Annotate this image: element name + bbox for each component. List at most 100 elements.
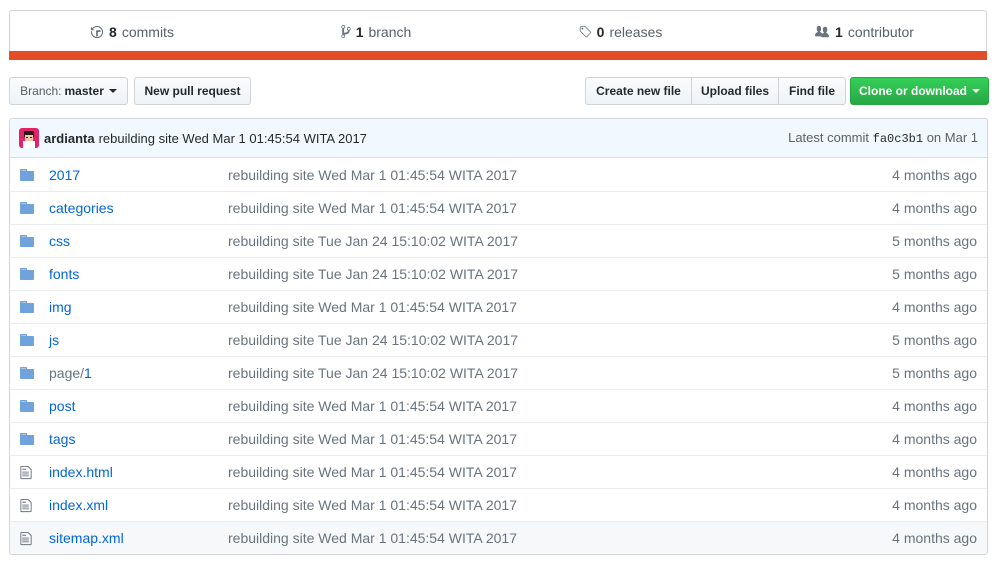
file-commit-message[interactable]: rebuilding site Tue Jan 24 15:10:02 WITA… [228, 233, 817, 249]
file-row[interactable]: categories rebuilding site Wed Mar 1 01:4… [10, 191, 987, 224]
file-icon [10, 531, 49, 546]
file-age: 4 months ago [892, 497, 977, 513]
file-row[interactable]: img rebuilding site Wed Mar 1 01:45:54 WI… [10, 290, 987, 323]
file-commit-message[interactable]: rebuilding site Wed Mar 1 01:45:54 WITA … [228, 431, 817, 447]
file-commit-message[interactable]: rebuilding site Wed Mar 1 01:45:54 WITA … [228, 497, 817, 513]
file-row[interactable]: sitemap.xml rebuilding site Wed Mar 1 01:… [10, 521, 987, 554]
file-name: css [49, 233, 70, 249]
file-name-link[interactable]: img [49, 299, 228, 315]
clone-or-download-button[interactable]: Clone or download [850, 77, 989, 105]
upload-files-button[interactable]: Upload files [691, 77, 779, 105]
commit-message[interactable]: rebuilding site Wed Mar 1 01:45:54 WITA … [99, 131, 367, 146]
file-age: 4 months ago [892, 200, 977, 216]
file-name: post [49, 398, 76, 414]
file-row[interactable]: index.html rebuilding site Wed Mar 1 01:4… [10, 455, 987, 488]
file-age: 4 months ago [892, 530, 977, 546]
file-commit-message[interactable]: rebuilding site Tue Jan 24 15:10:02 WITA… [228, 332, 817, 348]
folder-icon [10, 301, 49, 313]
file-icon [10, 498, 49, 513]
language-bar[interactable] [9, 51, 987, 60]
file-name: tags [49, 431, 76, 447]
file-row[interactable]: post rebuilding site Wed Mar 1 01:45:54 W… [10, 389, 987, 422]
file-name-link[interactable]: page/1 [49, 365, 228, 381]
releases-link[interactable]: 0 releases [498, 24, 742, 40]
file-name-link[interactable]: sitemap.xml [49, 530, 228, 546]
folder-icon [10, 334, 49, 346]
file-name-link[interactable]: index.xml [49, 497, 228, 513]
file-list: 2017 rebuilding site Wed Mar 1 01:45:54 W… [10, 158, 987, 554]
file-commit-message[interactable]: rebuilding site Tue Jan 24 15:10:02 WITA… [228, 266, 817, 282]
folder-icon [10, 168, 49, 181]
file-name-link[interactable]: css [49, 233, 228, 249]
contributors-label: contributor [847, 23, 914, 40]
commits-link[interactable]: 8 commits [10, 24, 254, 40]
file-name-link[interactable]: categories [49, 200, 228, 216]
folder-icon [10, 400, 49, 412]
file-age: 5 months ago [892, 332, 977, 348]
file-name: sitemap.xml [49, 530, 124, 546]
history-icon [90, 25, 104, 39]
find-file-button[interactable]: Find file [778, 77, 846, 105]
file-table: ardianta rebuilding site Wed Mar 1 01:45… [9, 118, 988, 555]
commit-author[interactable]: ardianta [44, 131, 95, 146]
commits-count: 8 [109, 23, 117, 40]
file-row[interactable]: js rebuilding site Tue Jan 24 15:10:02 WI… [10, 323, 987, 356]
file-commit-message[interactable]: rebuilding site Wed Mar 1 01:45:54 WITA … [228, 200, 817, 216]
file-row[interactable]: page/1 rebuilding site Tue Jan 24 15:10:0… [10, 356, 987, 389]
clone-label: Clone or download [859, 84, 967, 98]
file-row[interactable]: tags rebuilding site Wed Mar 1 01:45:54 W… [10, 422, 987, 455]
file-commit-message[interactable]: rebuilding site Wed Mar 1 01:45:54 WITA … [228, 398, 817, 414]
file-row[interactable]: index.xml rebuilding site Wed Mar 1 01:45… [10, 488, 987, 521]
file-name-link[interactable]: 2017 [49, 167, 228, 183]
file-row[interactable]: fonts rebuilding site Tue Jan 24 15:10:02… [10, 257, 987, 290]
branches-link[interactable]: 1 branch [254, 24, 498, 40]
folder-icon [10, 433, 49, 445]
commit-date: on Mar 1 [926, 130, 978, 145]
file-age: 5 months ago [892, 365, 977, 381]
file-row[interactable]: 2017 rebuilding site Wed Mar 1 01:45:54 W… [10, 158, 987, 191]
file-name: categories [49, 200, 114, 216]
commit-sha[interactable]: fa0c3b1 [873, 132, 923, 146]
file-name: index.html [49, 464, 113, 480]
folder-icon [10, 367, 49, 379]
contributors-count: 1 [835, 23, 843, 40]
branch-prefix: Branch: [20, 84, 62, 98]
repo-summary: 8 commits 1 branch 0 releases 1 contribu… [9, 10, 987, 60]
file-age: 4 months ago [892, 166, 977, 183]
commits-label: commits [121, 23, 174, 40]
file-name: fonts [49, 266, 80, 282]
avatar[interactable] [19, 128, 44, 148]
file-name: img [49, 299, 72, 315]
file-commit-message[interactable]: rebuilding site Wed Mar 1 01:45:54 WITA … [228, 167, 817, 183]
latest-commit-prefix: Latest commit [788, 130, 870, 145]
latest-commit-info: Latest commit fa0c3b1 on Mar 1 [788, 130, 978, 146]
branches-label: branch [368, 23, 412, 40]
new-pull-request-button[interactable]: New pull request [134, 77, 251, 105]
file-name: 2017 [49, 166, 81, 183]
releases-count: 0 [596, 23, 605, 40]
branches-count: 1 [355, 23, 364, 40]
contributors-link[interactable]: 1 contributor [742, 24, 986, 40]
people-icon [814, 25, 830, 39]
folder-icon [10, 268, 49, 280]
file-name-link[interactable]: fonts [49, 266, 228, 282]
file-name-link[interactable]: index.html [49, 464, 228, 480]
file-commit-message[interactable]: rebuilding site Wed Mar 1 01:45:54 WITA … [228, 464, 817, 480]
file-name-link[interactable]: js [49, 332, 228, 348]
file-name-link[interactable]: tags [49, 431, 228, 447]
file-age: 4 months ago [892, 398, 977, 414]
folder-icon [10, 235, 49, 247]
file-commit-message[interactable]: rebuilding site Wed Mar 1 01:45:54 WITA … [228, 299, 817, 315]
file-name: index.xml [49, 497, 109, 513]
caret-down-icon [108, 89, 117, 93]
file-name-prefix: page/ [49, 365, 85, 381]
file-name: 1 [84, 365, 92, 381]
branch-select-button[interactable]: Branch: master [9, 77, 128, 105]
file-row[interactable]: css rebuilding site Tue Jan 24 15:10:02 W… [10, 224, 987, 257]
branch-name: master [64, 84, 104, 98]
file-commit-message[interactable]: rebuilding site Wed Mar 1 01:45:54 WITA … [228, 530, 817, 546]
file-name-link[interactable]: post [49, 398, 228, 414]
create-new-file-button[interactable]: Create new file [585, 77, 692, 105]
file-icon [10, 465, 49, 480]
file-commit-message[interactable]: rebuilding site Tue Jan 24 15:10:02 WITA… [228, 365, 817, 381]
